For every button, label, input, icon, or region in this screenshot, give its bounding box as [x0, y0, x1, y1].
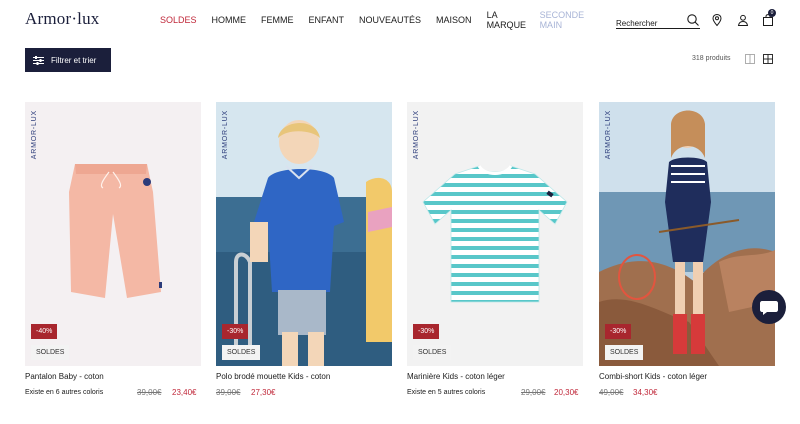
- brand-logo[interactable]: Armor·lux: [25, 9, 100, 29]
- product-image[interactable]: ARMOR-LUX -30% SOLDES: [407, 102, 583, 366]
- sale-price: 20,30€: [554, 388, 579, 397]
- search-icon[interactable]: [686, 13, 700, 27]
- sale-price: 27,30€: [251, 388, 276, 397]
- filter-sort-button[interactable]: Filtrer et trier: [25, 48, 111, 72]
- product-image[interactable]: ARMOR-LUX -30% SOLDES: [599, 102, 775, 366]
- original-price: 39,00€: [137, 388, 162, 397]
- nav-item-homme[interactable]: HOMME: [212, 15, 247, 25]
- nav-item-maison[interactable]: MAISON: [436, 15, 472, 25]
- product-card[interactable]: ARMOR-LUX -30% SOLDES Polo brodé mouette…: [216, 102, 392, 397]
- brand-watermark: ARMOR-LUX: [31, 110, 38, 160]
- nav-item-soldes[interactable]: SOLDES: [160, 15, 197, 25]
- product-name[interactable]: Pantalon Baby - coton: [25, 372, 104, 381]
- brand-watermark: ARMOR-LUX: [605, 110, 612, 160]
- product-card[interactable]: ARMOR-LUX -40% SOLDES Pantalon Baby - co…: [25, 102, 201, 397]
- product-colors-count: Existe en 5 autres coloris: [407, 389, 486, 396]
- view-four-columns-icon[interactable]: [763, 54, 773, 64]
- search-input[interactable]: [616, 17, 682, 30]
- site-header: Armor·lux SOLDES HOMME FEMME ENFANT NOUV…: [0, 0, 800, 40]
- original-price: 29,00€: [521, 388, 546, 397]
- sale-badge: SOLDES: [31, 345, 70, 360]
- product-count: 318 produits: [692, 55, 731, 62]
- discount-badge: -30%: [413, 324, 440, 339]
- product-card[interactable]: ARMOR-LUX -30% SOLDES Combi-short Kids -…: [599, 102, 775, 397]
- nav-item-nouveautes[interactable]: NOUVEAUTÉS: [359, 15, 421, 25]
- search-box: [616, 13, 700, 30]
- nav-item-seconde-main[interactable]: SECONDE MAIN: [540, 10, 585, 30]
- main-nav: SOLDES HOMME FEMME ENFANT NOUVEAUTÉS MAI…: [160, 0, 593, 40]
- sale-price: 23,40€: [172, 388, 197, 397]
- cart-count-badge: 0: [768, 9, 776, 17]
- sale-price: 34,30€: [633, 388, 658, 397]
- filter-sliders-icon: [33, 55, 44, 65]
- discount-badge: -40%: [31, 324, 58, 339]
- product-colors-count: Existe en 6 autres coloris: [25, 389, 104, 396]
- brand-watermark: ARMOR-LUX: [222, 110, 229, 160]
- original-price: 39,00€: [216, 388, 241, 397]
- discount-badge: -30%: [605, 324, 632, 339]
- store-locator-icon[interactable]: [710, 13, 724, 27]
- product-name[interactable]: Combi-short Kids - coton léger: [599, 372, 707, 381]
- chat-button[interactable]: [752, 290, 786, 324]
- product-card[interactable]: ARMOR-LUX -30% SOLDES Marinière Kids - c…: [407, 102, 583, 397]
- product-image[interactable]: ARMOR-LUX -30% SOLDES: [216, 102, 392, 366]
- chat-bubble-icon: [760, 301, 778, 315]
- filter-sort-label: Filtrer et trier: [51, 55, 97, 65]
- product-name[interactable]: Polo brodé mouette Kids - coton: [216, 372, 330, 381]
- sale-badge: SOLDES: [413, 345, 452, 360]
- nav-item-enfant[interactable]: ENFANT: [309, 15, 345, 25]
- sale-badge: SOLDES: [222, 345, 261, 360]
- sale-badge: SOLDES: [605, 345, 644, 360]
- original-price: 49,00€: [599, 388, 624, 397]
- nav-item-femme[interactable]: FEMME: [261, 15, 294, 25]
- account-icon[interactable]: [736, 13, 750, 27]
- product-name[interactable]: Marinière Kids - coton léger: [407, 372, 505, 381]
- discount-badge: -30%: [222, 324, 249, 339]
- brand-watermark: ARMOR-LUX: [413, 110, 420, 160]
- nav-item-la-marque[interactable]: LA MARQUE: [487, 10, 527, 30]
- view-two-columns-icon[interactable]: [745, 54, 755, 64]
- product-image[interactable]: ARMOR-LUX -40% SOLDES: [25, 102, 201, 366]
